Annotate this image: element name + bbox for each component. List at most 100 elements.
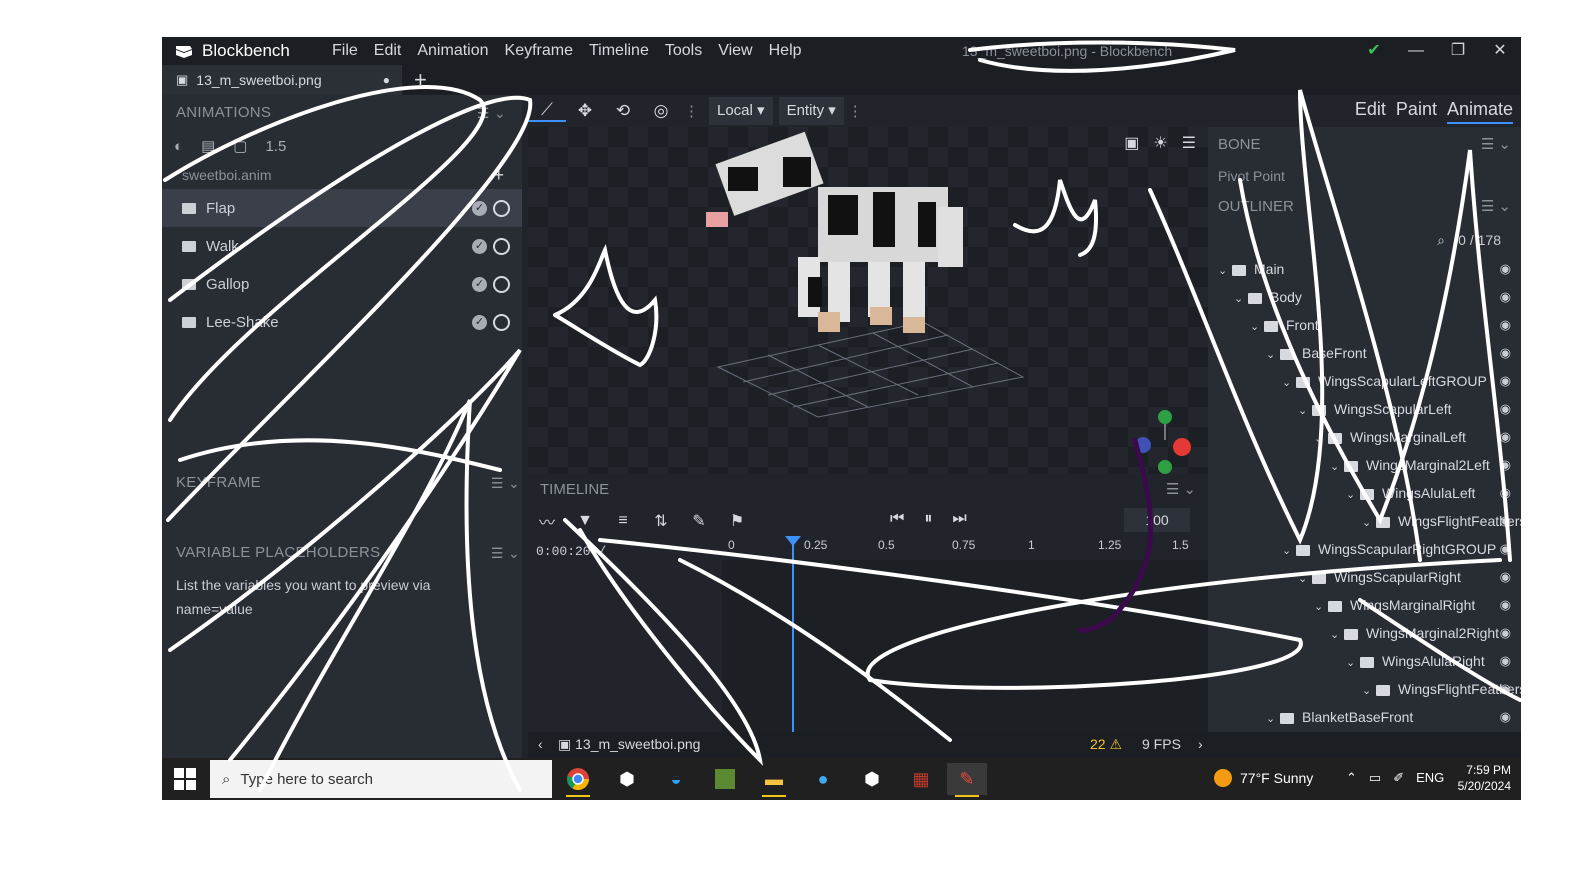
panel-menu-icon[interactable]: ☰ ⌄: [1481, 127, 1511, 163]
animation-file-group[interactable]: sweetboi.anim +: [162, 161, 522, 189]
panel-menu-icon[interactable]: ☰ ⌄: [1481, 189, 1511, 225]
filter-icon[interactable]: ▼: [566, 512, 604, 530]
chevron-down-icon[interactable]: ⌄: [1330, 453, 1344, 481]
battery-icon[interactable]: ▭: [1369, 770, 1381, 786]
outliner-row[interactable]: ⌄ WingsAlulaLeft ◉: [1208, 479, 1521, 507]
save-animation-button[interactable]: ▢: [233, 137, 247, 155]
pause-icon[interactable]: ⏸: [924, 510, 932, 528]
menu-file[interactable]: File: [324, 37, 366, 65]
outliner-row[interactable]: ⌄ WingsMarginal2Left ◉: [1208, 451, 1521, 479]
visibility-icon[interactable]: ◉: [1500, 507, 1511, 535]
radio-icon[interactable]: [493, 199, 510, 217]
outliner-row[interactable]: ⌄ WingsMarginalRight ◉: [1208, 591, 1521, 619]
panel-menu-icon[interactable]: ☰ ⌄: [1166, 474, 1196, 506]
horse-model[interactable]: [528, 127, 1208, 474]
outliner-row[interactable]: ⌄ WingsAlulaRight ◉: [1208, 647, 1521, 675]
pen-icon[interactable]: ✐: [1393, 770, 1404, 786]
menu-timeline[interactable]: Timeline: [581, 37, 657, 65]
chevron-down-icon[interactable]: ⌄: [1282, 537, 1296, 565]
visibility-icon[interactable]: ◉: [1500, 423, 1511, 451]
chevron-down-icon[interactable]: ⌄: [1362, 677, 1376, 705]
load-animation-button[interactable]: ▤: [201, 137, 215, 155]
outliner-row[interactable]: ⌄ Body ◉: [1208, 283, 1521, 311]
visibility-icon[interactable]: ◉: [1500, 703, 1511, 731]
pivot-tool-icon[interactable]: ⟋: [528, 100, 566, 122]
mode-paint[interactable]: Paint: [1396, 99, 1437, 124]
steam-app-icon[interactable]: ●: [803, 763, 843, 795]
animation-item-gallop[interactable]: Gallop ✓: [162, 265, 522, 303]
skip-back-icon[interactable]: ⏮: [890, 510, 904, 528]
chevron-down-icon[interactable]: ⌄: [1314, 425, 1328, 453]
rotation-space-dropdown[interactable]: Entity ▾: [778, 97, 844, 125]
chevron-down-icon[interactable]: ⌄: [1266, 341, 1280, 369]
chevron-down-icon[interactable]: ⌄: [1314, 593, 1328, 621]
playhead[interactable]: [792, 536, 794, 734]
visibility-icon[interactable]: ◉: [1500, 591, 1511, 619]
chevron-right-icon[interactable]: ›: [1198, 736, 1203, 752]
file-explorer-icon[interactable]: ▬: [754, 763, 794, 797]
visibility-icon[interactable]: ◉: [1500, 311, 1511, 339]
chevron-down-icon[interactable]: ⌄: [1298, 565, 1312, 593]
outliner-row[interactable]: ⌄ WingsScapularLeftGROUP ◉: [1208, 367, 1521, 395]
mode-edit[interactable]: Edit: [1355, 99, 1386, 124]
outliner-row[interactable]: ⌄WingsFlightFeathersLeft◉: [1208, 507, 1521, 535]
visibility-icon[interactable]: ◉: [1500, 535, 1511, 563]
marker-flag-icon[interactable]: ⚑: [718, 511, 756, 531]
visibility-icon[interactable]: ◉: [1500, 395, 1511, 423]
pencil-icon[interactable]: ✎: [680, 511, 718, 531]
check-icon[interactable]: ✓: [472, 276, 487, 292]
animation-item-flap[interactable]: Flap ✓: [162, 189, 522, 227]
edge-app-icon[interactable]: ◒: [656, 763, 696, 795]
chevron-down-icon[interactable]: ⌄: [1346, 481, 1360, 509]
chevron-left-icon[interactable]: ‹: [538, 736, 543, 752]
visibility-icon[interactable]: ◉: [1500, 647, 1511, 675]
outliner-row[interactable]: ⌄ Front ◉: [1208, 311, 1521, 339]
search-icon[interactable]: ⌕: [1437, 225, 1445, 255]
visibility-icon[interactable]: ◉: [1500, 479, 1511, 507]
chevron-down-icon[interactable]: ⌄: [1362, 509, 1376, 537]
chevron-up-icon[interactable]: ⌃: [1346, 770, 1357, 786]
skip-forward-icon[interactable]: ⏭: [952, 510, 966, 528]
graph-editor-icon[interactable]: 〰: [528, 509, 566, 533]
sort-icon[interactable]: ⇅: [642, 511, 680, 531]
radio-icon[interactable]: [493, 313, 510, 331]
outliner-row[interactable]: ⌄WingsFlightFeathersRight◉: [1208, 675, 1521, 703]
chevron-down-icon[interactable]: ⌄: [1250, 313, 1264, 341]
chevron-down-icon[interactable]: ⌄: [1282, 369, 1296, 397]
check-icon[interactable]: ✓: [472, 314, 487, 330]
more-icon[interactable]: ⋮: [844, 102, 867, 120]
timeline-track-area[interactable]: [722, 560, 1208, 736]
panel-menu-icon[interactable]: ☰ ⌄: [477, 95, 506, 131]
taskbar-search-box[interactable]: ⌕ Type here to search: [210, 760, 552, 798]
visibility-icon[interactable]: ◉: [1500, 563, 1511, 591]
panel-menu-icon[interactable]: ☰ ⌄: [491, 465, 520, 501]
move-tool-icon[interactable]: ✥: [566, 101, 604, 121]
more-icon[interactable]: ⋮: [680, 102, 703, 120]
chrome-app-icon[interactable]: [558, 763, 598, 797]
close-button[interactable]: ✕: [1479, 37, 1521, 65]
transform-space-dropdown[interactable]: Local ▾: [709, 97, 773, 125]
blockbench-app-icon[interactable]: ⬢: [607, 763, 647, 795]
axis-gizmo[interactable]: [1135, 410, 1191, 474]
visibility-icon[interactable]: ◉: [1500, 367, 1511, 395]
chevron-down-icon[interactable]: ⌄: [1330, 621, 1344, 649]
project-tab[interactable]: ▣ 13_m_sweetboi.png ●: [162, 65, 402, 95]
minimize-button[interactable]: —: [1395, 37, 1437, 65]
animation-item-walk[interactable]: Walk ✓: [162, 227, 522, 265]
visibility-icon[interactable]: ◉: [1500, 283, 1511, 311]
menu-help[interactable]: Help: [761, 37, 810, 65]
rotate-tool-icon[interactable]: ⟲: [604, 101, 642, 121]
chevron-down-icon[interactable]: ⌄: [1234, 285, 1248, 313]
outliner-row[interactable]: ⌄ WingsScapularRight ◉: [1208, 563, 1521, 591]
chevron-down-icon[interactable]: ⌄: [1266, 705, 1280, 733]
winrar-app-icon[interactable]: ▦: [901, 763, 941, 795]
visibility-icon[interactable]: ◉: [1500, 675, 1511, 703]
new-tab-button[interactable]: +: [414, 67, 427, 93]
visibility-icon[interactable]: ◉: [1500, 619, 1511, 647]
check-icon[interactable]: ✓: [472, 200, 487, 216]
mode-animate[interactable]: Animate: [1446, 99, 1513, 124]
radio-icon[interactable]: [493, 237, 510, 255]
panel-menu-icon[interactable]: ☰ ⌄: [491, 535, 520, 571]
outliner-row[interactable]: ⌄ BlanketBaseFront ◉: [1208, 703, 1521, 731]
windows-start-button[interactable]: [174, 768, 196, 790]
